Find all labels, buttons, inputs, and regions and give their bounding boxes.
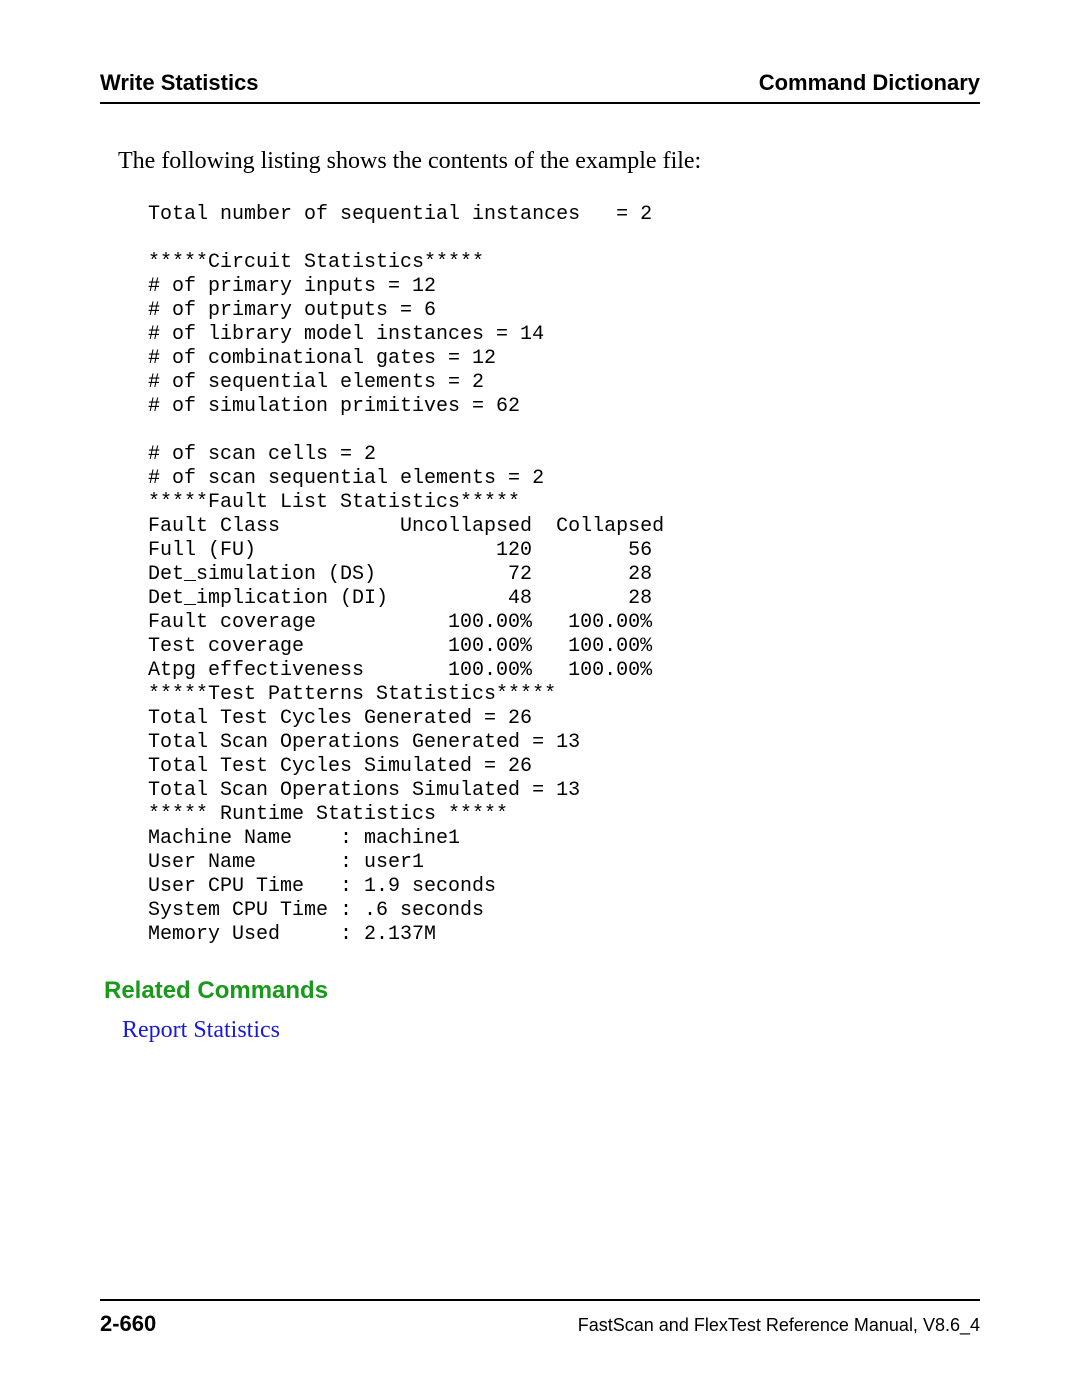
- page-header: Write Statistics Command Dictionary: [100, 70, 980, 104]
- page-number: 2-660: [100, 1311, 156, 1337]
- header-chapter-title: Command Dictionary: [759, 70, 980, 96]
- intro-text: The following listing shows the contents…: [118, 148, 980, 175]
- manual-name: FastScan and FlexTest Reference Manual, …: [578, 1315, 980, 1336]
- example-listing: Total number of sequential instances = 2…: [148, 203, 980, 947]
- related-commands-heading: Related Commands: [104, 977, 980, 1005]
- header-section-title: Write Statistics: [100, 70, 259, 96]
- related-command-link[interactable]: Report Statistics: [122, 1017, 980, 1044]
- page-footer: 2-660 FastScan and FlexTest Reference Ma…: [100, 1299, 980, 1337]
